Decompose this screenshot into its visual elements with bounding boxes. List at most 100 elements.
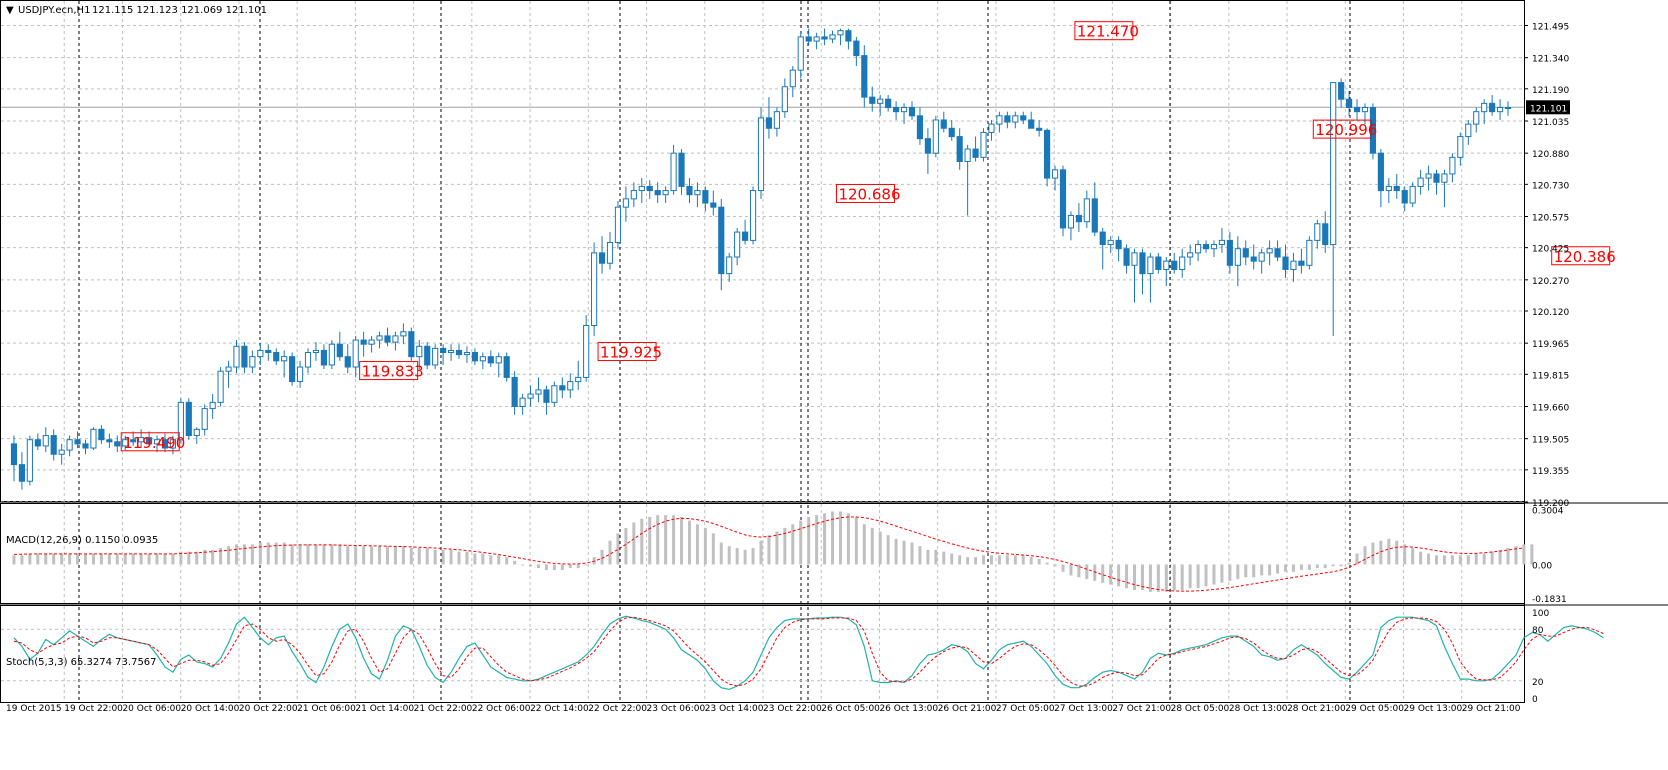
candle-bull: [304, 352, 312, 368]
macd-bar: [1387, 538, 1391, 565]
time-tick-label: 22 Oct 22:00: [588, 704, 647, 714]
macd-bar: [1148, 564, 1152, 592]
time-tick-label: 27 Oct 13:00: [1054, 704, 1113, 714]
annotation-label: 119.490: [123, 434, 185, 452]
candle-bull: [551, 385, 558, 403]
candle-bull: [26, 439, 33, 482]
macd-bar: [1220, 564, 1224, 583]
chart-canvas[interactable]: 119.490 119.833 119.925 120.686 121.470 120.9…: [0, 0, 1668, 766]
ohlc-label: 121.115 121.123 121.069 121.101: [92, 5, 267, 16]
chart-window[interactable]: 119.490 119.833 119.925 120.686 121.470 120.9…: [0, 0, 1668, 766]
macd-bar: [1109, 564, 1113, 585]
time-tick-label: 29 Oct 21:00: [1462, 704, 1521, 714]
macd-bar: [656, 515, 660, 565]
candle-bear: [408, 331, 415, 358]
candle-bear: [1059, 169, 1067, 229]
candle-bull: [575, 376, 582, 383]
price-tick-label: 119.660: [1532, 403, 1569, 413]
macd-bar: [393, 546, 397, 565]
candle-bull: [312, 349, 320, 354]
grid: [0, 0, 1668, 703]
macd-bar: [362, 546, 366, 565]
macd-bar: [536, 564, 540, 569]
candle-bear: [908, 107, 916, 117]
candles: [10, 28, 1512, 490]
macd-bar: [1498, 549, 1502, 565]
macd-bar: [568, 564, 572, 569]
candle-bull: [1187, 252, 1194, 258]
macd-bar: [1339, 564, 1343, 567]
macd-bar: [1133, 564, 1137, 591]
macd-bar: [401, 546, 405, 565]
stoch-tick-label: 20: [1532, 678, 1544, 688]
macd-bar: [846, 513, 850, 565]
candle-bull: [281, 356, 288, 362]
macd-bar: [346, 546, 350, 565]
candle-bull: [1012, 115, 1019, 123]
candle-bull: [400, 331, 407, 337]
macd-bar: [36, 553, 40, 565]
macd-bar: [290, 544, 294, 565]
macd-bar: [1299, 564, 1303, 570]
candle-bear: [686, 185, 693, 196]
macd-bar: [878, 531, 882, 565]
candle-bull: [932, 119, 939, 154]
macd-bar: [370, 546, 374, 565]
macd-bar: [672, 515, 676, 565]
candle-bull: [1163, 260, 1170, 270]
macd-bar: [234, 544, 238, 565]
candle-bear: [1433, 173, 1440, 183]
macd-bar: [1061, 564, 1065, 572]
macd-bar: [115, 553, 119, 565]
candle-bear: [543, 389, 550, 403]
candle-bear: [1298, 260, 1305, 266]
time-tick-label: 23 Oct 06:00: [647, 704, 706, 714]
candle-bull: [1481, 102, 1488, 113]
macd-bar: [163, 553, 167, 565]
macd-bar: [624, 527, 628, 565]
candle-bull: [1361, 107, 1369, 113]
candle-bear: [1171, 260, 1178, 270]
macd-bar: [489, 555, 493, 565]
macd-bar: [608, 540, 612, 565]
time-tick-label: 20 Oct 06:00: [122, 704, 181, 714]
macd-bar: [1228, 564, 1232, 581]
macd-bar: [123, 553, 127, 565]
macd-bar: [171, 553, 175, 565]
macd-bar: [76, 553, 80, 565]
candle-bull: [296, 366, 304, 383]
candle-bull: [519, 397, 526, 407]
candle-bull: [416, 345, 423, 358]
candle-bear: [861, 55, 868, 98]
macd-bar: [52, 553, 56, 565]
candle-bull: [1234, 248, 1241, 266]
symbol-label: USDJPY.ecn,H1: [18, 5, 90, 16]
candle-bull: [734, 231, 741, 258]
macd-bar: [1482, 553, 1486, 565]
macd-bar: [807, 516, 811, 565]
macd-bar: [616, 533, 620, 565]
macd-bar: [886, 535, 890, 565]
candle-bear: [98, 428, 105, 441]
macd-bar: [703, 527, 707, 565]
candle-bull: [1496, 107, 1504, 113]
macd-bar: [409, 548, 413, 565]
chart-menu-arrow-icon[interactable]: ▼: [6, 5, 14, 16]
macd-bar: [1268, 564, 1272, 576]
candle-bear: [455, 349, 463, 356]
candle-bull: [726, 256, 733, 275]
macd-bar: [354, 546, 358, 565]
price-tick-label: 121.190: [1532, 86, 1569, 96]
macd-bar: [1442, 555, 1446, 565]
candle-bear: [972, 148, 979, 158]
candle-bear: [598, 252, 606, 264]
price-tick-label: 121.035: [1532, 118, 1569, 128]
candle-bear: [185, 401, 192, 437]
candle-bear: [1346, 98, 1353, 109]
macd-bar: [449, 549, 453, 565]
macd-bar: [719, 542, 723, 565]
candle-bull: [996, 115, 1003, 125]
macd-bar: [1395, 540, 1399, 565]
annotation-label: 120.686: [838, 185, 900, 203]
candle-bull: [463, 352, 471, 356]
